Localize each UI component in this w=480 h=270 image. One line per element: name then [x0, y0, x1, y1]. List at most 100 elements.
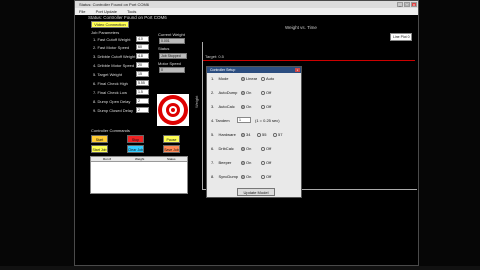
param-label: 5. Target Weight: [93, 72, 122, 77]
setting-row-hardware: 5. Hardware 34 55 57: [211, 132, 282, 137]
radio-label: Off: [266, 90, 272, 95]
radio-label: On: [246, 160, 252, 165]
motor-speed-value: 0: [159, 67, 185, 73]
status-label: Status: [158, 46, 170, 51]
radio-button[interactable]: [241, 160, 245, 165]
param-field[interactable]: 15: [136, 71, 149, 77]
param-label: 9. Dump Closed Delay: [93, 108, 134, 113]
row-label: 4. Tandem: [211, 118, 230, 123]
setting-row-syncdump: 8. SyncDump On Off: [211, 174, 271, 179]
radio-label: Auto: [266, 76, 275, 81]
radio-label: Linear: [246, 76, 258, 81]
param-field[interactable]: 20: [136, 62, 149, 68]
tandem-hint: (1 = 0.25 sec): [255, 118, 280, 123]
param-field[interactable]: 60: [136, 44, 149, 50]
motor-speed-label: Motor Speed: [158, 61, 181, 66]
radio-label: Off: [266, 160, 272, 165]
param-field[interactable]: 2: [136, 107, 149, 113]
results-table[interactable]: Run # Weight Status: [90, 156, 188, 194]
radio-label: 57: [278, 132, 283, 137]
row-label: AutoDump: [218, 90, 238, 95]
row-number: 7.: [211, 160, 215, 165]
pause-button[interactable]: Pause: [163, 135, 180, 143]
chart-title: Weight vs. Time: [285, 25, 317, 30]
setting-row-autocalc: 3. AutoCalc On Off: [211, 104, 271, 109]
close-icon[interactable]: x: [295, 68, 300, 72]
start-button[interactable]: Start: [91, 135, 108, 143]
param-label: 7. Final Check Low: [93, 90, 128, 95]
taskbar: [0, 266, 480, 270]
menu-port-update[interactable]: Port Update: [96, 9, 117, 14]
param-label: 6. Final Check High: [93, 81, 128, 86]
radio-label: On: [246, 90, 252, 95]
setting-row-mode: 1. Mode Linear Auto: [211, 76, 274, 81]
param-field[interactable]: 1.5: [136, 89, 149, 95]
maximize-icon[interactable]: □: [404, 2, 410, 7]
update-model-button[interactable]: Update Model: [237, 188, 275, 196]
row-label: AutoCalc: [218, 104, 235, 109]
column-header: Status: [167, 157, 176, 161]
param-label: 8. Dump Open Delay: [93, 99, 131, 104]
param-label: 1. Fast Cutoff Weight: [93, 37, 131, 42]
radio-button[interactable]: [261, 76, 265, 81]
status-value: Job Stopped: [159, 53, 187, 59]
radio-button[interactable]: [261, 104, 265, 109]
stop-button[interactable]: Stop: [127, 135, 144, 143]
target-weight-line: [203, 60, 415, 61]
job-params-heading: Job Parameters: [91, 30, 120, 35]
radio-button[interactable]: [241, 76, 245, 81]
setting-row-tandem: 4. Tandem 1 (1 = 0.25 sec): [211, 117, 280, 123]
tandem-field[interactable]: 1: [237, 117, 251, 123]
setting-row-autodump: 2. AutoDump On Off: [211, 90, 271, 95]
start-job-button[interactable]: Start Job: [91, 145, 108, 153]
param-field[interactable]: 2: [136, 98, 149, 104]
row-number: 8.: [211, 174, 215, 179]
radio-button[interactable]: [261, 146, 265, 151]
video-connection-button[interactable]: Video Connection: [91, 21, 129, 28]
radio-label: Off: [266, 174, 272, 179]
row-label: Mode: [218, 76, 229, 81]
row-label: DribCalc: [218, 146, 234, 151]
radio-button[interactable]: [241, 146, 245, 151]
row-number: 5.: [211, 132, 215, 137]
controller-setup-dialog: Controller Setup x 1. Mode Linear Auto 2…: [206, 66, 302, 198]
row-number: 6.: [211, 146, 215, 151]
close-icon[interactable]: x: [411, 2, 417, 7]
target-icon: [157, 94, 189, 126]
controller-commands-heading: Controller Commands: [91, 128, 130, 133]
param-field[interactable]: 5.55: [136, 80, 149, 86]
row-number: 2.: [211, 90, 215, 95]
param-field[interactable]: 4.8: [136, 53, 149, 59]
minimize-icon[interactable]: _: [397, 2, 403, 7]
radio-button[interactable]: [241, 132, 245, 137]
menu-file[interactable]: File: [79, 9, 85, 14]
radio-button[interactable]: [257, 132, 261, 137]
row-number: 3.: [211, 104, 215, 109]
current-weight-label: Current Weight: [158, 32, 185, 37]
radio-button[interactable]: [261, 160, 265, 165]
row-label: Hardware: [218, 132, 236, 137]
dialog-title-bar: Controller Setup x: [207, 67, 301, 73]
radio-button[interactable]: [241, 174, 245, 179]
chart-legend[interactable]: Line Plot 0: [390, 33, 412, 41]
radio-button[interactable]: [273, 132, 277, 137]
target-line-label: Target: 0.5: [205, 54, 224, 59]
setting-row-dribcalc: 6. DribCalc On Off: [211, 146, 271, 151]
param-field[interactable]: 4.0: [136, 36, 149, 42]
save-job-button[interactable]: Save Job: [163, 145, 180, 153]
clear-job-button[interactable]: Clear Job: [127, 145, 144, 153]
column-header: Run #: [103, 157, 112, 161]
radio-label: 55: [262, 132, 267, 137]
radio-button[interactable]: [241, 104, 245, 109]
radio-button[interactable]: [261, 174, 265, 179]
radio-button[interactable]: [241, 90, 245, 95]
y-axis-label: Weight: [194, 95, 199, 108]
row-number: 1.: [211, 76, 215, 81]
radio-button[interactable]: [261, 90, 265, 95]
row-label: Beeper: [218, 160, 232, 165]
setting-row-beeper: 7. Beeper On Off: [211, 160, 271, 165]
radio-label: On: [246, 174, 252, 179]
radio-label: Off: [266, 146, 272, 151]
menu-tools[interactable]: Tools: [127, 9, 136, 14]
radio-label: On: [246, 146, 252, 151]
